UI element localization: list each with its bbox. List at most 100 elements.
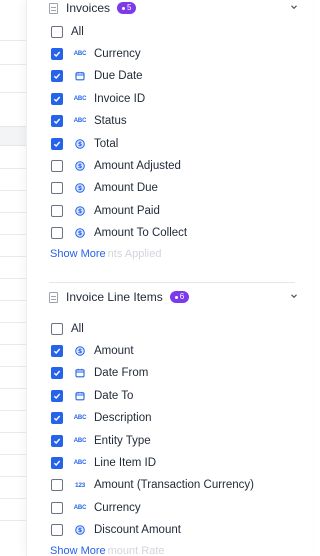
table-row-divider [0, 300, 26, 301]
currency-icon: $ [72, 161, 88, 171]
column-option-label: Amount Due [94, 182, 158, 195]
column-option-label: Date From [94, 367, 149, 380]
section-header-invoice-line-items[interactable]: Invoice Line Items 6 [49, 287, 299, 307]
column-option-row[interactable]: $ Amount Due [51, 179, 158, 197]
table-row-divider [0, 92, 26, 93]
checkbox[interactable] [51, 479, 63, 492]
checkbox[interactable] [51, 457, 63, 469]
currency-icon: $ [72, 183, 88, 194]
column-option-label: Currency [94, 501, 141, 514]
currency-icon: $ [72, 138, 88, 149]
text-type-icon: ABC [73, 51, 87, 57]
column-option-row[interactable]: $ Discount Amount [51, 521, 181, 539]
column-option-row[interactable]: ABC Status [51, 112, 127, 130]
show-more-link[interactable]: Show More mount Rate [50, 545, 165, 556]
checkbox[interactable] [51, 204, 63, 217]
checkbox[interactable] [51, 345, 63, 357]
table-row-divider [0, 410, 26, 411]
table-row-divider [0, 256, 26, 257]
svg-text:$: $ [78, 230, 82, 237]
selected-count-badge: 6 [169, 291, 190, 303]
show-more-link[interactable]: Show More nts Applied [50, 248, 161, 260]
background-table [0, 0, 26, 556]
currency-icon: $ [72, 525, 88, 535]
column-option-row[interactable]: $ Total [51, 135, 118, 153]
svg-text:$: $ [78, 186, 82, 193]
table-row-divider [0, 520, 26, 521]
checkbox[interactable] [51, 524, 63, 537]
checkbox[interactable] [51, 389, 63, 402]
column-option-label: Amount (Transaction Currency) [94, 479, 254, 492]
select-all-row[interactable]: All [51, 320, 84, 338]
chevron-down-icon[interactable] [289, 291, 299, 301]
faded-overflow-text: nts Applied [107, 248, 162, 260]
table-row-divider [0, 366, 26, 367]
column-option-label: Currency [94, 48, 141, 60]
table-row-divider [0, 344, 26, 345]
checkbox[interactable] [51, 137, 63, 150]
text-type-icon: ABC [73, 118, 87, 125]
chevron-down-icon[interactable] [289, 2, 299, 12]
column-option-row[interactable]: $ Amount To Collect [51, 224, 187, 242]
column-option-row[interactable]: $ Amount [51, 342, 134, 360]
column-option-row[interactable]: Date From [51, 364, 148, 382]
calendar-icon [72, 368, 88, 378]
checkbox[interactable] [51, 501, 63, 514]
selected-count-badge: 5 [117, 2, 137, 14]
column-option-label: Entity Type [94, 434, 151, 447]
column-option-row[interactable]: 123 Amount (Transaction Currency) [51, 476, 254, 494]
column-option-row[interactable]: ABC Currency [51, 499, 141, 517]
column-option-row[interactable]: Date To [51, 387, 133, 405]
column-option-row[interactable]: ABC Entity Type [51, 432, 151, 450]
checkbox[interactable] [51, 115, 63, 128]
column-option-label: Amount To Collect [94, 227, 188, 240]
column-option-row[interactable]: ABC Currency [51, 45, 141, 63]
table-row-divider [0, 432, 26, 433]
table-row-divider [0, 454, 26, 455]
table-row-divider [0, 40, 26, 41]
select-all-row[interactable]: All [51, 23, 84, 41]
column-option-label: Status [94, 115, 127, 128]
checkbox[interactable] [51, 182, 63, 195]
column-option-label: Total [94, 137, 119, 150]
column-option-label: Invoice ID [94, 92, 146, 105]
checkbox[interactable] [51, 434, 63, 447]
table-icon [49, 2, 58, 14]
svg-text:$: $ [78, 348, 82, 355]
table-row-divider [0, 388, 26, 389]
svg-text:$: $ [78, 527, 82, 534]
column-picker-panel: Invoices 5 All ABC Currency Due Date ABC Inv… [26, 0, 312, 556]
checkbox[interactable] [51, 26, 63, 38]
calendar-icon [72, 71, 88, 81]
section-header-invoices[interactable]: Invoices 5 [49, 0, 299, 18]
checkbox[interactable] [51, 412, 63, 425]
table-row-divider [0, 64, 26, 65]
checkbox[interactable] [51, 48, 63, 60]
svg-text:$: $ [78, 141, 82, 148]
table-row-divider [0, 212, 26, 213]
table-row-divider [0, 190, 26, 191]
column-option-row[interactable]: ABC Description [51, 409, 152, 427]
faded-overflow-text: mount Rate [107, 545, 165, 556]
checkbox[interactable] [51, 367, 63, 380]
column-option-row[interactable]: ABC Invoice ID [51, 90, 145, 108]
checkbox[interactable] [51, 92, 63, 105]
checkbox[interactable] [51, 160, 63, 172]
currency-icon: $ [72, 346, 88, 356]
number-type-icon: 123 [75, 481, 85, 489]
column-option-row[interactable]: Due Date [51, 67, 143, 85]
table-row-divider [0, 476, 26, 477]
column-option-row[interactable]: $ Amount Adjusted [51, 157, 181, 175]
column-option-row[interactable]: ABC Line Item ID [51, 454, 156, 472]
section-title: Invoices [66, 1, 111, 15]
table-header-strip [0, 126, 26, 146]
column-option-label: Date To [94, 389, 134, 402]
table-row-divider [0, 322, 26, 323]
table-row-divider [0, 168, 26, 169]
checkbox[interactable] [51, 227, 63, 240]
column-option-label: Amount Adjusted [94, 160, 181, 172]
checkbox[interactable] [51, 70, 63, 83]
select-all-label: All [71, 323, 84, 335]
checkbox[interactable] [51, 323, 63, 335]
column-option-row[interactable]: $ Amount Paid [51, 202, 160, 220]
